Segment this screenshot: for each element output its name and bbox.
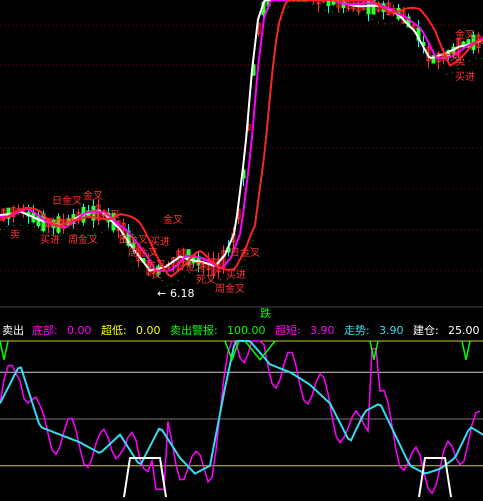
signal-label: 买进 xyxy=(455,71,475,83)
signal-label: 日金叉 xyxy=(90,208,120,221)
signal-label: 日金叉 xyxy=(175,260,205,273)
price-annotation: ← 6.18 xyxy=(157,287,195,300)
signal-label: 金叉 xyxy=(440,50,460,63)
legend-value: 100.00 xyxy=(227,324,266,337)
signal-label: 金叉 xyxy=(83,189,103,202)
legend-label: 超低: xyxy=(101,323,127,337)
signal-label: 日金叉 xyxy=(52,194,82,207)
price-arrow: ← xyxy=(157,287,166,300)
legend-label: 走势: xyxy=(344,324,370,337)
legend-value: 0.00 xyxy=(136,324,161,337)
indicator-marker: 跌 xyxy=(260,306,271,320)
signal-label: 叉 xyxy=(152,269,162,281)
legend-value: 25.00 : 80.00 : 2 xyxy=(448,324,483,337)
legend-label: 卖出 xyxy=(2,323,24,337)
signal-label: 买进 xyxy=(226,269,246,281)
signal-label: 日金叉 xyxy=(118,233,148,246)
signal-label: 周金叉 xyxy=(128,246,158,259)
signal-label: 周金叉 xyxy=(45,216,75,229)
legend-value: 3.90 xyxy=(379,324,404,337)
signal-label: 金叉 xyxy=(163,213,183,226)
signal-label: 金叉 xyxy=(455,28,475,41)
stock-chart: 日金叉周金叉金叉买进卖日金叉周金叉金叉买进日金叉周金叉金叉叉日金叉死叉周金叉买进… xyxy=(0,0,483,501)
signal-label: 死叉 xyxy=(196,274,216,286)
price-annotation-value: 6.18 xyxy=(170,287,195,300)
legend-label: 建仓: xyxy=(413,323,439,337)
legend-value: 0.00 xyxy=(67,324,92,337)
signal-label: 周金叉 xyxy=(68,233,98,246)
legend-value: 3.90 xyxy=(310,324,335,337)
signal-label: 买进 xyxy=(150,236,170,248)
legend-label: 超短: xyxy=(275,323,301,337)
signal-label: 日金叉 xyxy=(230,246,260,259)
signal-label: 卖 xyxy=(10,229,20,241)
legend-label: 底部: xyxy=(32,323,58,337)
signal-label: 周金叉 xyxy=(215,282,245,295)
legend-label: 卖出警报: xyxy=(170,323,218,337)
signal-label: 买进 xyxy=(40,234,60,246)
